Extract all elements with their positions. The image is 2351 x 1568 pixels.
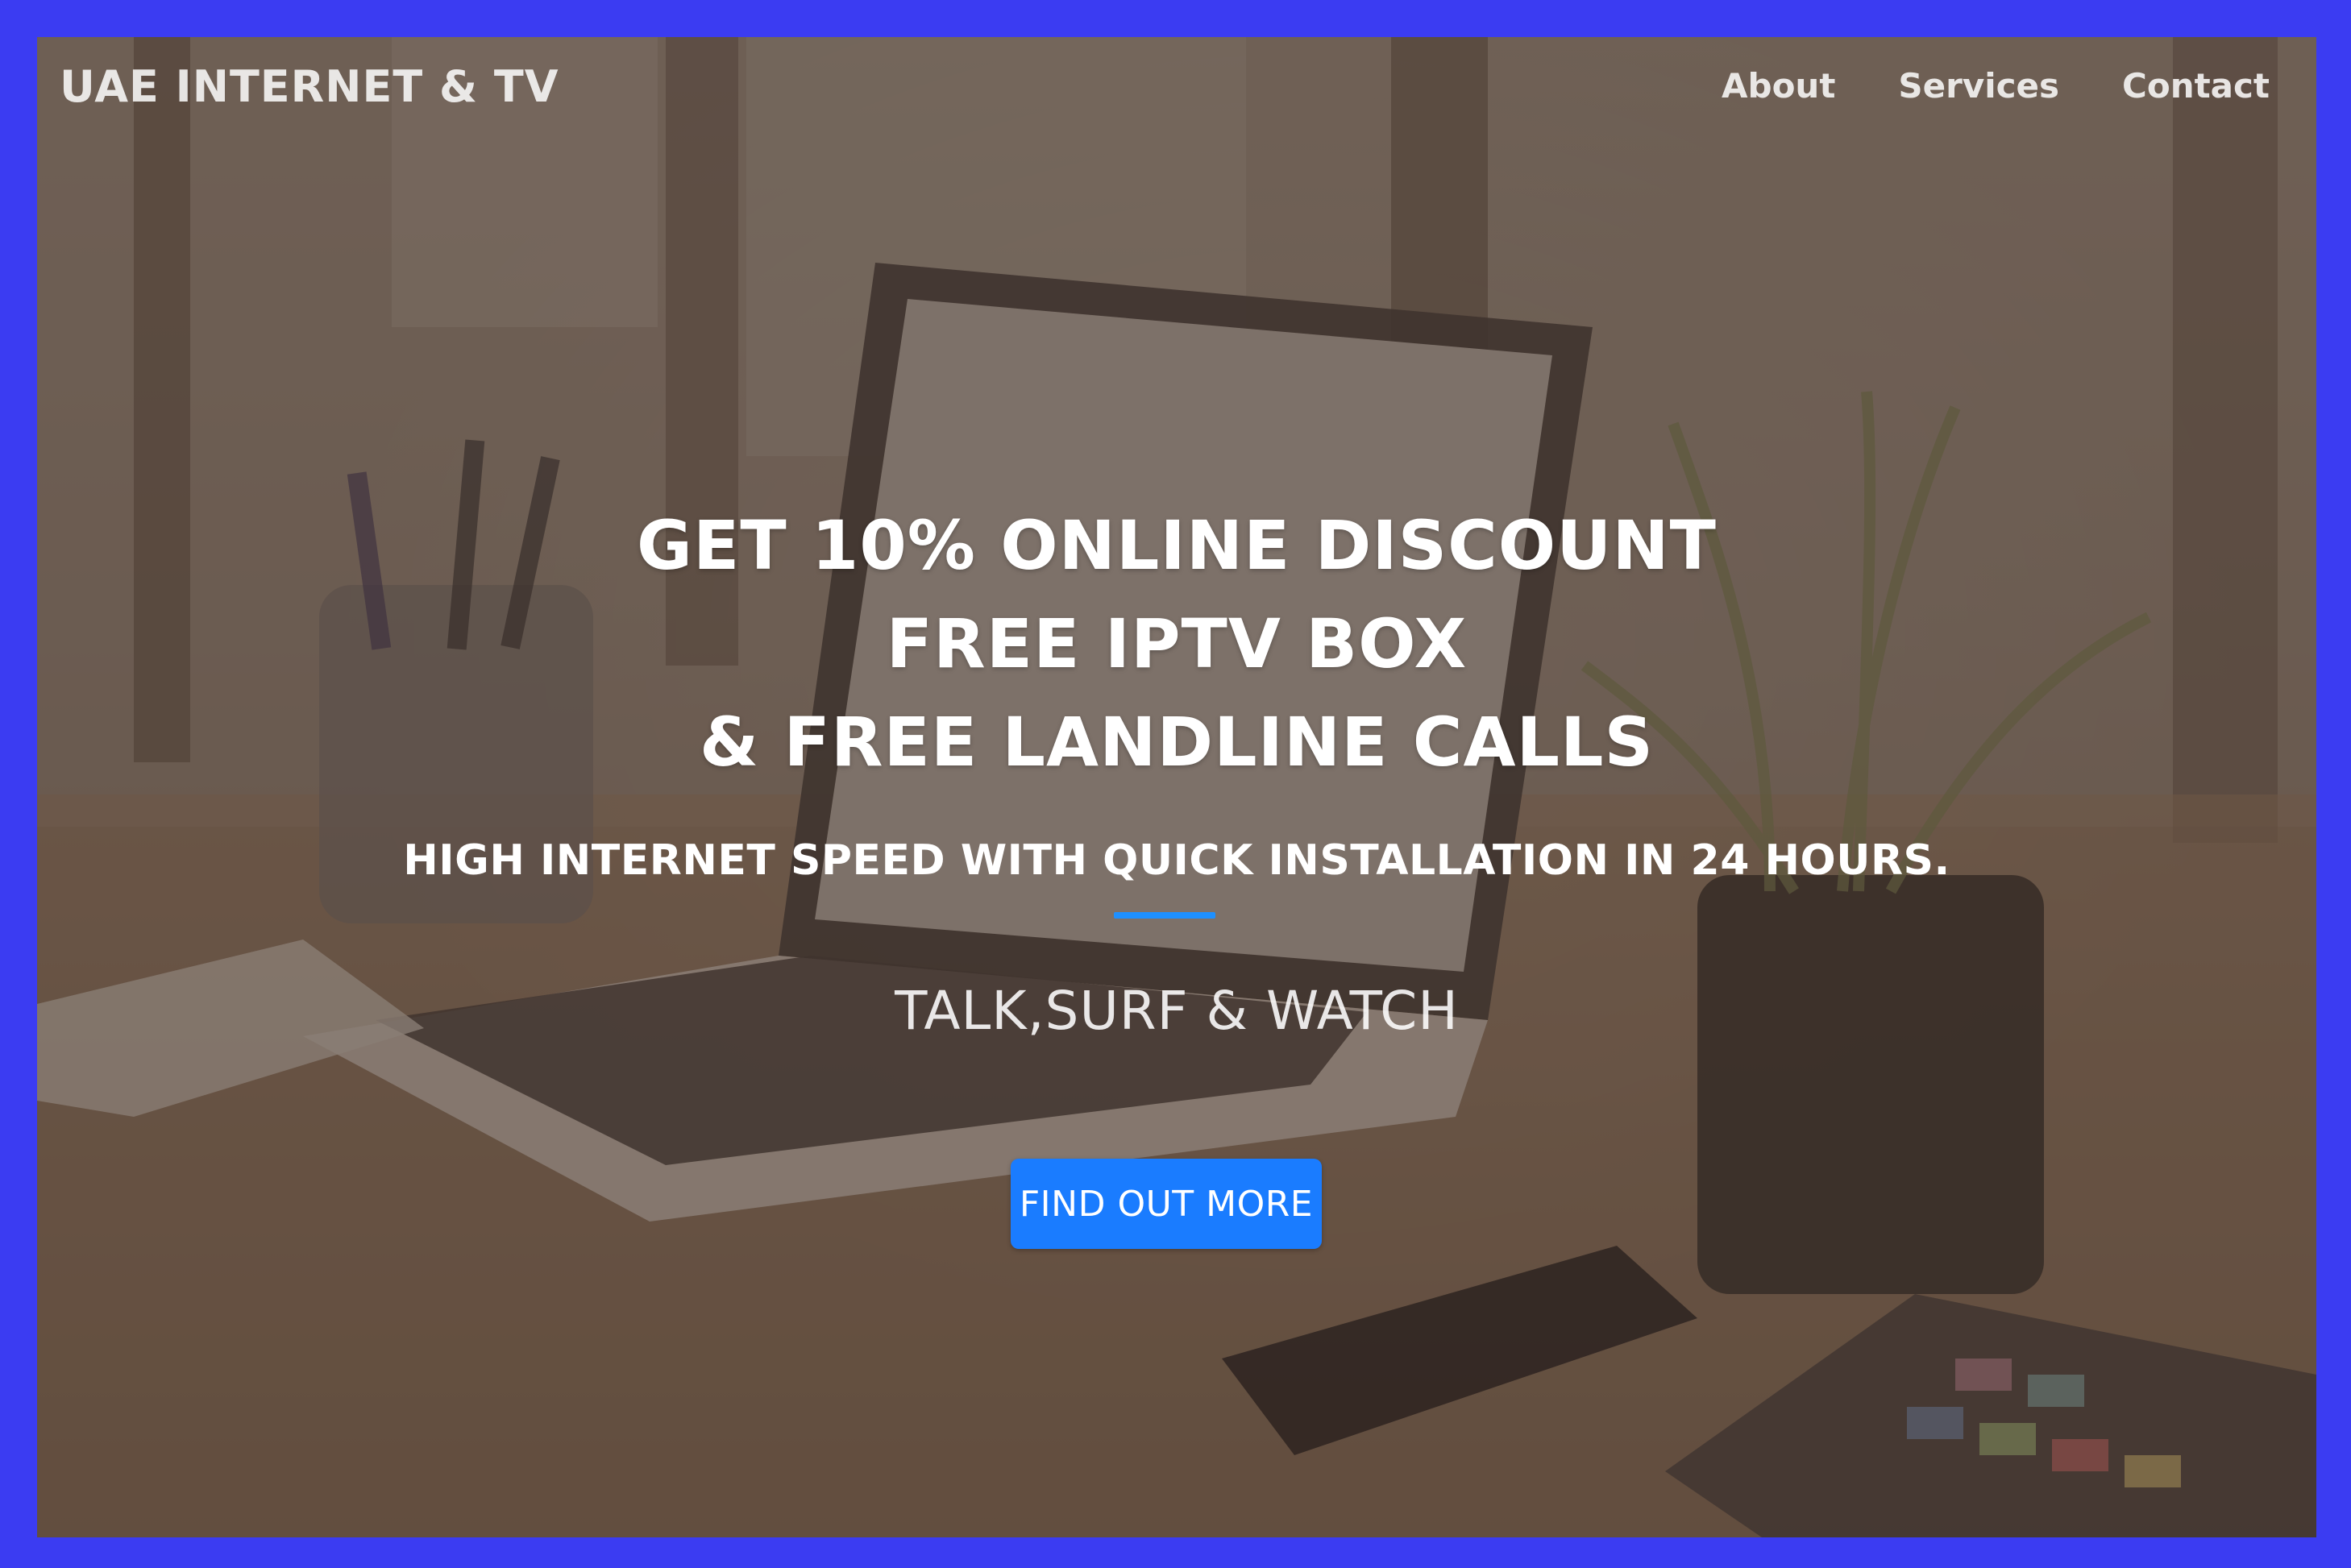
headline-line-2: FREE IPTV BOX <box>886 604 1468 683</box>
hero-headline: GET 10% ONLINE DISCOUNT FREE IPTV BOX & … <box>37 496 2316 791</box>
hero-subheadline: HIGH INTERNET SPEED WITH QUICK INSTALLAT… <box>403 836 1950 885</box>
nav-link-about[interactable]: About <box>1722 66 1835 106</box>
hero-tagline: TALK,SURF & WATCH <box>895 980 1459 1042</box>
brand-logo[interactable]: UAE INTERNET & TV <box>60 61 559 112</box>
main-nav: About Services Contact <box>1722 66 2270 106</box>
page-frame: UAE INTERNET & TV About Services Contact… <box>0 0 2351 1568</box>
headline-line-1: GET 10% ONLINE DISCOUNT <box>637 506 1717 585</box>
hero-section: UAE INTERNET & TV About Services Contact… <box>37 37 2316 1537</box>
find-out-more-button[interactable]: FIND OUT MORE <box>1011 1159 1322 1249</box>
hero-divider <box>1114 912 1215 919</box>
nav-link-services[interactable]: Services <box>1898 66 2059 106</box>
headline-line-3: & FREE LANDLINE CALLS <box>699 703 1655 782</box>
nav-link-contact[interactable]: Contact <box>2122 66 2270 106</box>
